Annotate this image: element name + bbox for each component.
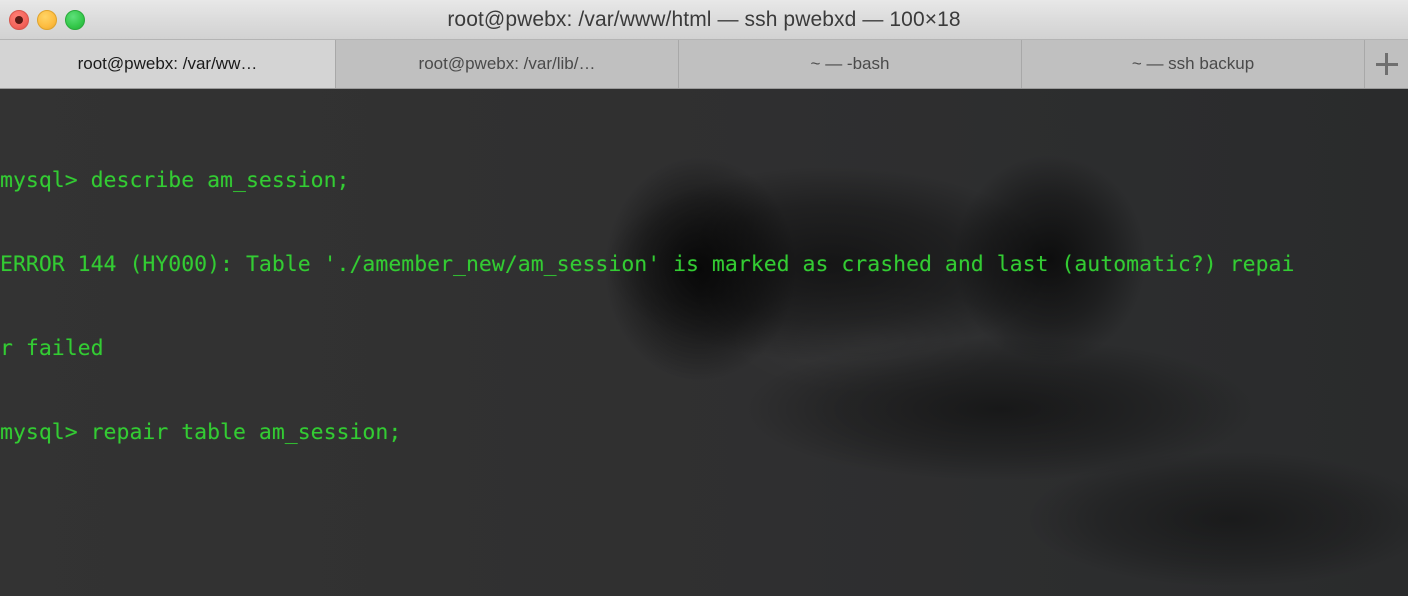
terminal-lines: mysql> describe am_session; ERROR 144 (H… (0, 111, 1408, 596)
plus-icon (1375, 53, 1398, 75)
terminal-line: r failed (0, 336, 104, 361)
tab-label: ~ — -bash (810, 54, 890, 73)
terminal-line: mysql> repair table am_session; (0, 420, 402, 445)
tab-label: root@pwebx: /var/lib/… (418, 54, 596, 73)
terminal-line: mysql> describe am_session; (0, 168, 350, 193)
minimize-button[interactable] (37, 10, 57, 30)
window-controls (9, 0, 85, 40)
tab-1[interactable]: root@pwebx: /var/lib/… (336, 40, 679, 88)
tab-label: root@pwebx: /var/ww… (77, 54, 258, 73)
close-button[interactable] (9, 10, 29, 30)
terminal-line: ERROR 144 (HY000): Table './amember_new/… (0, 252, 1295, 277)
tab-0[interactable]: root@pwebx: /var/ww… (0, 40, 336, 88)
tab-3[interactable]: ~ — ssh backup (1022, 40, 1365, 88)
tab-2[interactable]: ~ — -bash (679, 40, 1022, 88)
add-tab-button[interactable] (1365, 40, 1408, 88)
tab-bar: root@pwebx: /var/ww… root@pwebx: /var/li… (0, 40, 1408, 89)
title-bar[interactable]: root@pwebx: /var/www/html — ssh pwebxd —… (0, 0, 1408, 40)
close-icon (15, 16, 23, 24)
maximize-button[interactable] (65, 10, 85, 30)
terminal-window: root@pwebx: /var/www/html — ssh pwebxd —… (0, 0, 1408, 596)
terminal-output-area[interactable]: mysql> describe am_session; ERROR 144 (H… (0, 89, 1408, 596)
tab-label: ~ — ssh backup (1131, 54, 1255, 73)
page-title: root@pwebx: /var/www/html — ssh pwebxd —… (447, 7, 961, 31)
